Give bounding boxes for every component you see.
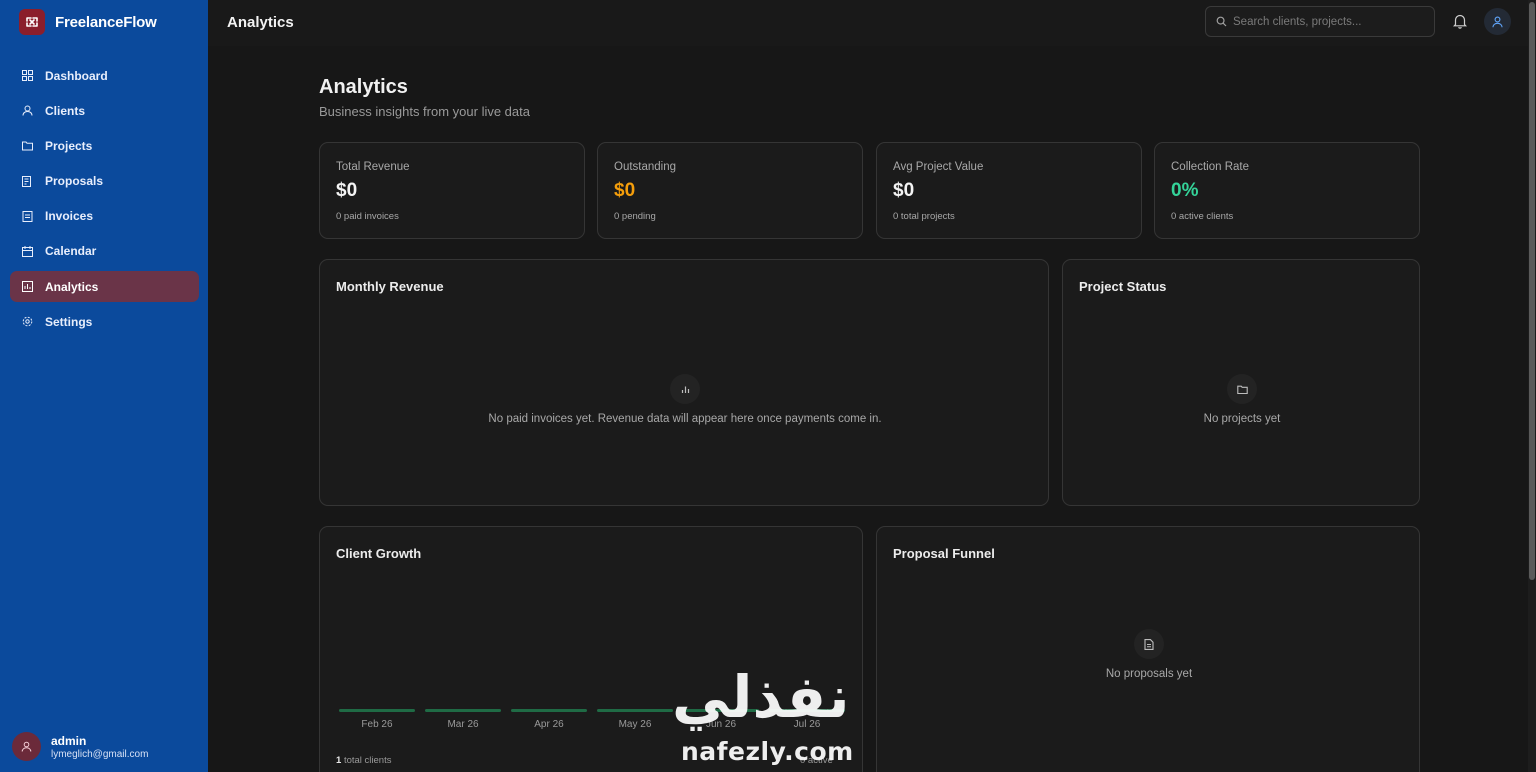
growth-bar bbox=[597, 709, 673, 712]
grid-icon bbox=[22, 70, 33, 81]
topbar: Analytics bbox=[208, 0, 1528, 46]
stat-label: Avg Project Value bbox=[893, 161, 984, 173]
sidebar: FreelanceFlow Dashboard Clients Projects… bbox=[0, 0, 208, 772]
stat-label: Collection Rate bbox=[1171, 161, 1249, 173]
document-icon bbox=[1134, 629, 1164, 659]
stat-value: $0 bbox=[893, 180, 915, 201]
page-scrollbar[interactable] bbox=[1528, 0, 1536, 772]
growth-bar bbox=[339, 709, 415, 712]
gear-icon bbox=[22, 316, 33, 327]
stat-card-collection-rate: Collection Rate 0% 0 active clients bbox=[1154, 142, 1420, 239]
invoice-icon bbox=[22, 210, 33, 222]
stat-value: $0 bbox=[336, 180, 358, 201]
month-label: Feb 26 bbox=[361, 719, 393, 730]
sidebar-item-invoices[interactable]: Invoices bbox=[10, 201, 199, 232]
stat-subtext: 0 paid invoices bbox=[336, 211, 399, 222]
sidebar-item-label: Invoices bbox=[45, 209, 94, 224]
month-label: May 26 bbox=[618, 719, 652, 730]
growth-bar bbox=[425, 709, 501, 712]
stat-subtext: 0 total projects bbox=[893, 211, 955, 222]
avatar bbox=[12, 732, 41, 761]
month-label: Mar 26 bbox=[447, 719, 479, 730]
stat-subtext: 0 active clients bbox=[1171, 211, 1234, 222]
scrollbar-thumb[interactable] bbox=[1529, 2, 1535, 580]
user-name: admin bbox=[51, 733, 87, 748]
panel-title: Proposal Funnel bbox=[893, 546, 995, 561]
search-input[interactable] bbox=[1233, 15, 1423, 28]
sidebar-item-label: Projects bbox=[45, 138, 93, 153]
proposal-funnel-panel: Proposal Funnel No proposals yet bbox=[876, 526, 1420, 772]
total-clients-summary: 1 total clients bbox=[336, 755, 391, 766]
search-icon bbox=[1216, 16, 1227, 27]
stat-value: 0% bbox=[1171, 180, 1199, 201]
sidebar-item-clients[interactable]: Clients bbox=[10, 95, 199, 126]
document-list-icon bbox=[22, 175, 33, 187]
total-clients-count: 1 bbox=[336, 755, 342, 766]
monthly-revenue-panel: Monthly Revenue No paid invoices yet. Re… bbox=[319, 259, 1049, 506]
total-clients-label: total clients bbox=[343, 755, 392, 766]
stat-label: Outstanding bbox=[614, 161, 677, 173]
panel-title: Project Status bbox=[1079, 279, 1167, 294]
watermark-latin: nafezly.com bbox=[681, 737, 854, 766]
sidebar-item-calendar[interactable]: Calendar bbox=[10, 236, 199, 267]
sidebar-item-label: Calendar bbox=[45, 244, 97, 259]
growth-bar bbox=[511, 709, 587, 712]
bar-chart-icon bbox=[670, 374, 700, 404]
page-title: Analytics bbox=[319, 76, 408, 98]
topbar-title: Analytics bbox=[227, 14, 294, 31]
stat-card-outstanding: Outstanding $0 0 pending bbox=[597, 142, 863, 239]
sidebar-item-label: Analytics bbox=[45, 279, 99, 294]
chart-icon bbox=[22, 281, 33, 293]
sidebar-item-label: Dashboard bbox=[45, 68, 108, 83]
user-info: admin lymeglich@gmail.com bbox=[51, 734, 148, 760]
empty-state-text: No paid invoices yet. Revenue data will … bbox=[488, 413, 882, 425]
empty-state-text: No projects yet bbox=[1203, 413, 1281, 425]
bell-icon[interactable] bbox=[1452, 13, 1468, 29]
panel-title: Monthly Revenue bbox=[336, 279, 444, 294]
sidebar-item-dashboard[interactable]: Dashboard bbox=[10, 60, 199, 91]
sidebar-item-proposals[interactable]: Proposals bbox=[10, 166, 199, 197]
brand[interactable]: FreelanceFlow bbox=[19, 9, 157, 35]
app-root: FreelanceFlow Dashboard Clients Projects… bbox=[0, 0, 1536, 772]
brand-name: FreelanceFlow bbox=[55, 13, 157, 31]
stat-value: $0 bbox=[614, 180, 636, 201]
search-box[interactable] bbox=[1205, 6, 1435, 37]
month-label: Apr 26 bbox=[534, 719, 564, 730]
client-growth-panel: Client Growth Feb 26 Mar 26 Apr 26 May 2… bbox=[319, 526, 863, 772]
watermark-arabic: نفذلي bbox=[672, 663, 850, 731]
folder-icon bbox=[22, 140, 33, 151]
project-status-panel: Project Status No projects yet bbox=[1062, 259, 1420, 506]
sidebar-item-analytics[interactable]: Analytics bbox=[10, 271, 199, 303]
brand-logo-icon bbox=[19, 9, 45, 35]
empty-state-text: No proposals yet bbox=[1105, 668, 1193, 680]
sidebar-item-settings[interactable]: Settings bbox=[10, 306, 199, 337]
sidebar-item-label: Settings bbox=[45, 314, 93, 329]
stat-card-total-revenue: Total Revenue $0 0 paid invoices bbox=[319, 142, 585, 239]
sidebar-item-label: Clients bbox=[45, 103, 86, 118]
user-profile[interactable]: admin lymeglich@gmail.com bbox=[12, 732, 148, 761]
user-icon bbox=[1492, 16, 1503, 27]
sidebar-item-label: Proposals bbox=[45, 174, 104, 189]
panel-title: Client Growth bbox=[336, 546, 422, 561]
stat-label: Total Revenue bbox=[336, 161, 410, 173]
stat-subtext: 0 pending bbox=[614, 211, 656, 222]
user-icon bbox=[21, 741, 32, 752]
folder-icon bbox=[1227, 374, 1257, 404]
profile-button[interactable] bbox=[1484, 8, 1511, 35]
stat-card-avg-project-value: Avg Project Value $0 0 total projects bbox=[876, 142, 1142, 239]
page-subtitle: Business insights from your live data bbox=[319, 104, 530, 119]
user-icon bbox=[22, 105, 33, 116]
sidebar-nav: Dashboard Clients Projects Proposals Inv… bbox=[10, 60, 199, 342]
sidebar-item-projects[interactable]: Projects bbox=[10, 130, 199, 161]
user-email: lymeglich@gmail.com bbox=[51, 748, 149, 760]
calendar-icon bbox=[22, 245, 33, 257]
